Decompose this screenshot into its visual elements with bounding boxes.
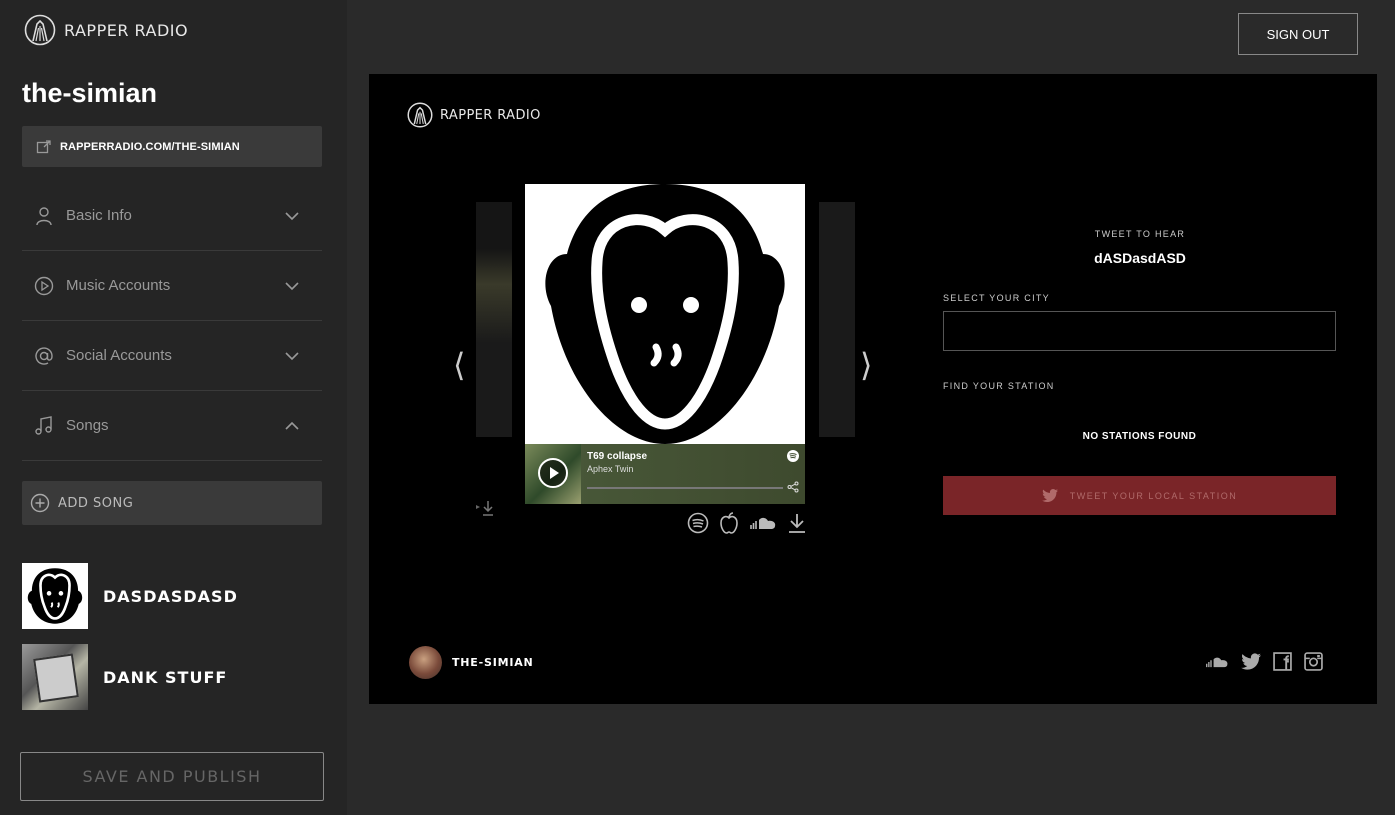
featured-song-name: dASDasdASD <box>1094 250 1186 266</box>
soundcloud-icon[interactable] <box>749 515 777 531</box>
play-button[interactable] <box>538 458 568 488</box>
twitter-icon <box>1041 489 1058 502</box>
section-social-accounts[interactable]: Social Accounts <box>22 321 322 391</box>
track-title: T69 collapse <box>587 451 648 462</box>
download-icon[interactable] <box>476 500 494 516</box>
rapper-radio-logo-icon <box>24 14 56 46</box>
twitter-icon[interactable] <box>1241 653 1261 670</box>
instagram-icon[interactable] <box>1304 652 1323 671</box>
section-basic-info[interactable]: Basic Info <box>22 181 322 251</box>
chevron-down-icon <box>285 281 299 290</box>
song-item[interactable]: DASDASDASD <box>22 563 238 629</box>
music-note-icon <box>35 415 52 435</box>
section-label: Basic Info <box>66 207 132 224</box>
song-title: DANK STUFF <box>103 667 228 687</box>
track-artist: Aphex Twin <box>587 464 634 474</box>
section-label: Songs <box>66 417 109 434</box>
tweet-button-label: TWEET YOUR LOCAL STATION <box>1069 490 1238 501</box>
chevron-up-icon <box>285 421 299 430</box>
rapper-radio-logo-icon <box>407 102 433 128</box>
add-song-label: ADD SONG <box>58 495 134 511</box>
ape-logo-icon <box>22 563 88 629</box>
song-title: DASDASDASD <box>103 586 238 606</box>
user-icon <box>36 206 52 225</box>
facebook-icon[interactable] <box>1273 652 1292 671</box>
at-icon <box>35 346 53 365</box>
footer-username: THE-SIMIAN <box>452 656 534 669</box>
artist-footer[interactable]: THE-SIMIAN <box>409 646 534 679</box>
social-icons <box>1205 652 1323 671</box>
next-card[interactable] <box>819 202 855 437</box>
chevron-down-icon <box>285 351 299 360</box>
song-card: T69 collapse Aphex Twin <box>525 184 805 504</box>
spotify-icon[interactable] <box>687 512 709 534</box>
play-icon <box>550 467 559 479</box>
add-song-button[interactable]: ADD SONG <box>22 481 322 525</box>
section-music-accounts[interactable]: Music Accounts <box>22 251 322 321</box>
previous-card[interactable] <box>476 202 512 437</box>
tweet-local-station-button[interactable]: TWEET YOUR LOCAL STATION <box>943 476 1336 515</box>
service-icons <box>687 512 807 534</box>
download-icon[interactable] <box>787 512 807 534</box>
sign-out-button[interactable]: SIGN OUT <box>1238 13 1358 55</box>
no-stations-message: NO STATIONS FOUND <box>1082 431 1197 442</box>
section-label: Music Accounts <box>66 277 171 294</box>
audio-player: T69 collapse Aphex Twin <box>525 444 805 504</box>
play-circle-icon <box>34 276 54 295</box>
profile-username: the-simian <box>22 78 158 108</box>
section-label: Social Accounts <box>66 347 172 364</box>
carousel-next-arrow[interactable]: ⟩ <box>860 346 872 384</box>
apple-icon[interactable] <box>719 512 739 534</box>
ape-artwork-icon <box>525 184 805 444</box>
external-link-icon <box>36 139 51 153</box>
soundcloud-icon[interactable] <box>1205 655 1229 669</box>
section-songs[interactable]: Songs <box>22 391 322 461</box>
preview-brand-name: RAPPER RADIO <box>440 107 541 123</box>
brand[interactable]: RAPPER RADIO <box>24 14 188 46</box>
avatar <box>409 646 442 679</box>
find-station-label: FIND YOUR STATION <box>943 381 1055 391</box>
artwork-figure <box>33 653 79 703</box>
tweet-to-hear-label: TWEET TO HEAR <box>1094 229 1186 239</box>
save-and-publish-button[interactable]: SAVE AND PUBLISH <box>20 752 324 801</box>
profile-url-link[interactable]: RAPPERRADIO.COM/THE-SIMIAN <box>22 126 322 167</box>
sidebar: RAPPER RADIO the-simian RAPPERRADIO.COM/… <box>0 0 347 815</box>
song-artwork <box>22 644 88 710</box>
song-artwork <box>22 563 88 629</box>
preview-brand: RAPPER RADIO <box>407 102 541 128</box>
profile-url-text: RAPPERRADIO.COM/THE-SIMIAN <box>60 140 240 153</box>
select-city-label: SELECT YOUR CITY <box>943 293 1050 303</box>
city-input[interactable] <box>943 311 1336 351</box>
song-item[interactable]: DANK STUFF <box>22 644 227 710</box>
station-preview: RAPPER RADIO ⟨ ⟩ T69 collapse Aphex Twin <box>369 74 1377 704</box>
carousel-prev-arrow[interactable]: ⟨ <box>453 346 465 384</box>
share-icon[interactable] <box>787 481 799 493</box>
track-progress-bar[interactable] <box>587 487 783 489</box>
brand-name: RAPPER RADIO <box>64 20 189 40</box>
chevron-down-icon <box>285 211 299 220</box>
spotify-icon[interactable] <box>787 450 799 462</box>
plus-circle-icon <box>30 493 50 513</box>
